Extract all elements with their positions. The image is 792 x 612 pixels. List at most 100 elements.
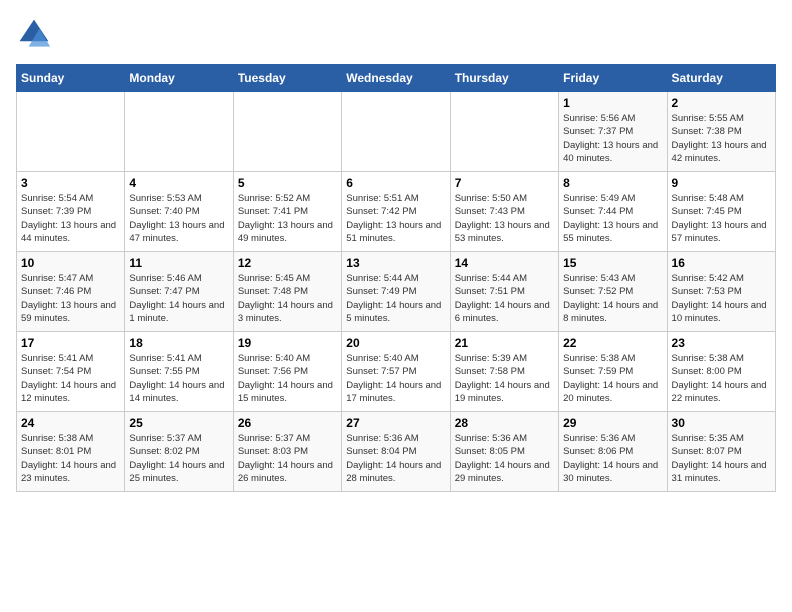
day-info: Sunrise: 5:55 AM Sunset: 7:38 PM Dayligh… [672,112,771,165]
day-cell: 8 Sunrise: 5:49 AM Sunset: 7:44 PM Daylig… [559,172,667,252]
day-info: Sunrise: 5:40 AM Sunset: 7:57 PM Dayligh… [346,352,445,405]
day-cell: 10 Sunrise: 5:47 AM Sunset: 7:46 PM Dayli… [17,252,125,332]
day-info: Sunrise: 5:48 AM Sunset: 7:45 PM Dayligh… [672,192,771,245]
day-cell: 7 Sunrise: 5:50 AM Sunset: 7:43 PM Daylig… [450,172,558,252]
day-cell: 6 Sunrise: 5:51 AM Sunset: 7:42 PM Daylig… [342,172,450,252]
day-info: Sunrise: 5:54 AM Sunset: 7:39 PM Dayligh… [21,192,120,245]
day-info: Sunrise: 5:35 AM Sunset: 8:07 PM Dayligh… [672,432,771,485]
day-info: Sunrise: 5:56 AM Sunset: 7:37 PM Dayligh… [563,112,662,165]
day-info: Sunrise: 5:38 AM Sunset: 8:01 PM Dayligh… [21,432,120,485]
day-cell: 16 Sunrise: 5:42 AM Sunset: 7:53 PM Dayli… [667,252,775,332]
day-number: 24 [21,416,120,430]
day-info: Sunrise: 5:41 AM Sunset: 7:54 PM Dayligh… [21,352,120,405]
day-info: Sunrise: 5:44 AM Sunset: 7:51 PM Dayligh… [455,272,554,325]
day-info: Sunrise: 5:38 AM Sunset: 8:00 PM Dayligh… [672,352,771,405]
day-number: 13 [346,256,445,270]
day-info: Sunrise: 5:52 AM Sunset: 7:41 PM Dayligh… [238,192,337,245]
day-number: 19 [238,336,337,350]
day-number: 11 [129,256,228,270]
day-number: 9 [672,176,771,190]
day-number: 30 [672,416,771,430]
logo-icon [16,16,52,52]
day-number: 16 [672,256,771,270]
day-cell: 4Sunrise: 5:53 AM Sunset: 7:40 PM Daylig… [125,172,233,252]
day-info: Sunrise: 5:36 AM Sunset: 8:06 PM Dayligh… [563,432,662,485]
day-cell: 23 Sunrise: 5:38 AM Sunset: 8:00 PM Dayli… [667,332,775,412]
week-row-1: 3 Sunrise: 5:54 AM Sunset: 7:39 PM Daylig… [17,172,776,252]
header-day-friday: Friday [559,65,667,92]
day-cell: 19 Sunrise: 5:40 AM Sunset: 7:56 PM Dayli… [233,332,341,412]
day-info: Sunrise: 5:42 AM Sunset: 7:53 PM Dayligh… [672,272,771,325]
day-cell [450,92,558,172]
week-row-2: 10 Sunrise: 5:47 AM Sunset: 7:46 PM Dayli… [17,252,776,332]
day-number: 20 [346,336,445,350]
header-day-monday: Monday [125,65,233,92]
day-number: 7 [455,176,554,190]
day-cell: 22 Sunrise: 5:38 AM Sunset: 7:59 PM Dayli… [559,332,667,412]
day-number: 21 [455,336,554,350]
day-number: 28 [455,416,554,430]
day-number: 10 [21,256,120,270]
day-cell: 17 Sunrise: 5:41 AM Sunset: 7:54 PM Dayli… [17,332,125,412]
day-cell: 12Sunrise: 5:45 AM Sunset: 7:48 PM Dayli… [233,252,341,332]
day-cell: 25Sunrise: 5:37 AM Sunset: 8:02 PM Dayli… [125,412,233,492]
day-number: 6 [346,176,445,190]
day-info: Sunrise: 5:38 AM Sunset: 7:59 PM Dayligh… [563,352,662,405]
day-number: 15 [563,256,662,270]
calendar-header: SundayMondayTuesdayWednesdayThursdayFrid… [17,65,776,92]
calendar-table: SundayMondayTuesdayWednesdayThursdayFrid… [16,64,776,492]
day-number: 18 [129,336,228,350]
day-cell: 3 Sunrise: 5:54 AM Sunset: 7:39 PM Daylig… [17,172,125,252]
day-cell: 28Sunrise: 5:36 AM Sunset: 8:05 PM Dayli… [450,412,558,492]
header-day-saturday: Saturday [667,65,775,92]
day-info: Sunrise: 5:39 AM Sunset: 7:58 PM Dayligh… [455,352,554,405]
header-day-tuesday: Tuesday [233,65,341,92]
day-cell: 13 Sunrise: 5:44 AM Sunset: 7:49 PM Dayli… [342,252,450,332]
day-cell: 11Sunrise: 5:46 AM Sunset: 7:47 PM Dayli… [125,252,233,332]
header-day-sunday: Sunday [17,65,125,92]
day-cell: 21 Sunrise: 5:39 AM Sunset: 7:58 PM Dayli… [450,332,558,412]
day-cell: 29 Sunrise: 5:36 AM Sunset: 8:06 PM Dayli… [559,412,667,492]
calendar-body: 1 Sunrise: 5:56 AM Sunset: 7:37 PM Daylig… [17,92,776,492]
day-cell [342,92,450,172]
day-info: Sunrise: 5:36 AM Sunset: 8:04 PM Dayligh… [346,432,445,485]
day-number: 8 [563,176,662,190]
day-cell: 5 Sunrise: 5:52 AM Sunset: 7:41 PM Daylig… [233,172,341,252]
day-cell: 26 Sunrise: 5:37 AM Sunset: 8:03 PM Dayli… [233,412,341,492]
day-info: Sunrise: 5:50 AM Sunset: 7:43 PM Dayligh… [455,192,554,245]
day-number: 3 [21,176,120,190]
page-header [16,16,776,52]
header-row: SundayMondayTuesdayWednesdayThursdayFrid… [17,65,776,92]
day-number: 29 [563,416,662,430]
day-number: 23 [672,336,771,350]
day-number: 14 [455,256,554,270]
week-row-4: 24 Sunrise: 5:38 AM Sunset: 8:01 PM Dayli… [17,412,776,492]
logo [16,16,56,52]
header-day-thursday: Thursday [450,65,558,92]
day-number: 17 [21,336,120,350]
day-number: 22 [563,336,662,350]
day-number: 27 [346,416,445,430]
day-info: Sunrise: 5:40 AM Sunset: 7:56 PM Dayligh… [238,352,337,405]
day-number: 2 [672,96,771,110]
day-cell: 18 Sunrise: 5:41 AM Sunset: 7:55 PM Dayli… [125,332,233,412]
day-cell [233,92,341,172]
day-info: Sunrise: 5:37 AM Sunset: 8:03 PM Dayligh… [238,432,337,485]
day-info: Sunrise: 5:37 AM Sunset: 8:02 PM Dayligh… [129,432,228,485]
day-number: 1 [563,96,662,110]
day-cell: 2 Sunrise: 5:55 AM Sunset: 7:38 PM Daylig… [667,92,775,172]
day-info: Sunrise: 5:49 AM Sunset: 7:44 PM Dayligh… [563,192,662,245]
day-number: 26 [238,416,337,430]
day-info: Sunrise: 5:41 AM Sunset: 7:55 PM Dayligh… [129,352,228,405]
day-info: Sunrise: 5:47 AM Sunset: 7:46 PM Dayligh… [21,272,120,325]
day-number: 5 [238,176,337,190]
day-info: Sunrise: 5:44 AM Sunset: 7:49 PM Dayligh… [346,272,445,325]
day-info: Sunrise: 5:51 AM Sunset: 7:42 PM Dayligh… [346,192,445,245]
week-row-3: 17 Sunrise: 5:41 AM Sunset: 7:54 PM Dayli… [17,332,776,412]
day-cell [17,92,125,172]
day-cell: 27 Sunrise: 5:36 AM Sunset: 8:04 PM Dayli… [342,412,450,492]
day-cell: 9 Sunrise: 5:48 AM Sunset: 7:45 PM Daylig… [667,172,775,252]
day-info: Sunrise: 5:45 AM Sunset: 7:48 PM Dayligh… [238,272,337,325]
day-cell [125,92,233,172]
day-cell: 1 Sunrise: 5:56 AM Sunset: 7:37 PM Daylig… [559,92,667,172]
